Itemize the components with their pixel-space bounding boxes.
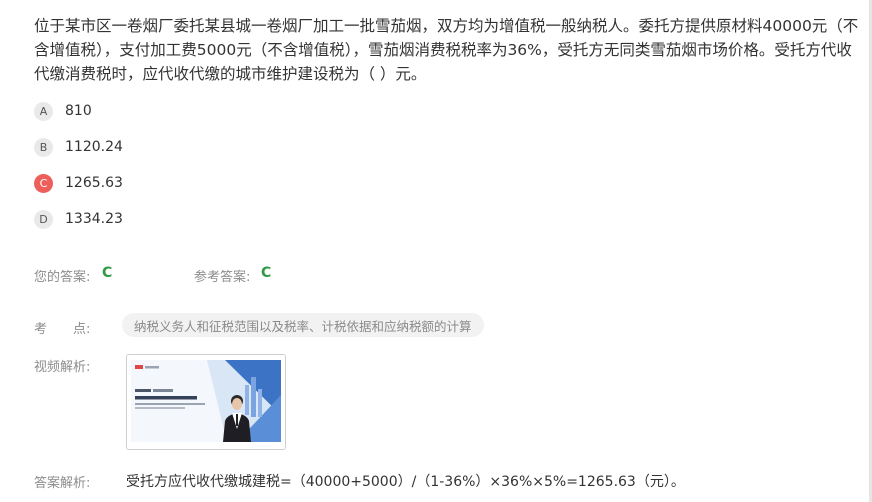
option-d[interactable]: D 1334.23: [34, 208, 123, 230]
option-letter-selected: C: [34, 173, 53, 193]
knowledge-point-label: 考 点:: [34, 322, 91, 337]
video-preview-image: [127, 355, 285, 449]
option-c[interactable]: C 1265.63: [34, 172, 123, 194]
answer-analysis-text: 受托方应代收代缴城建税=（40000+5000）/（1-36%）×36%×5%=…: [126, 474, 685, 490]
option-letter: B: [34, 137, 53, 157]
option-text: 1334.23: [65, 211, 123, 227]
answer-analysis-label: 答案解析:: [34, 476, 91, 491]
option-a[interactable]: A 810: [34, 100, 92, 122]
option-text: 1265.63: [65, 175, 123, 191]
option-letter: D: [34, 209, 53, 229]
knowledge-point-tag[interactable]: 纳税义务人和征税范围以及税率、计税依据和应纳税额的计算: [122, 313, 484, 337]
reference-answer-label: 参考答案:: [194, 270, 251, 285]
video-analysis-label: 视频解析:: [34, 360, 91, 375]
reference-answer-value: C: [261, 265, 272, 281]
option-text: 810: [65, 103, 92, 119]
option-b[interactable]: B 1120.24: [34, 136, 123, 158]
question-text: 位于某市区一卷烟厂委托某县城一卷烟厂加工一批雪茄烟，双方均为增值税一般纳税人。委…: [34, 17, 859, 83]
video-thumbnail[interactable]: [126, 354, 286, 450]
your-answer-label: 您的答案:: [34, 270, 91, 285]
option-letter: A: [34, 101, 53, 121]
your-answer-value: C: [102, 265, 113, 281]
option-text: 1120.24: [65, 139, 123, 155]
